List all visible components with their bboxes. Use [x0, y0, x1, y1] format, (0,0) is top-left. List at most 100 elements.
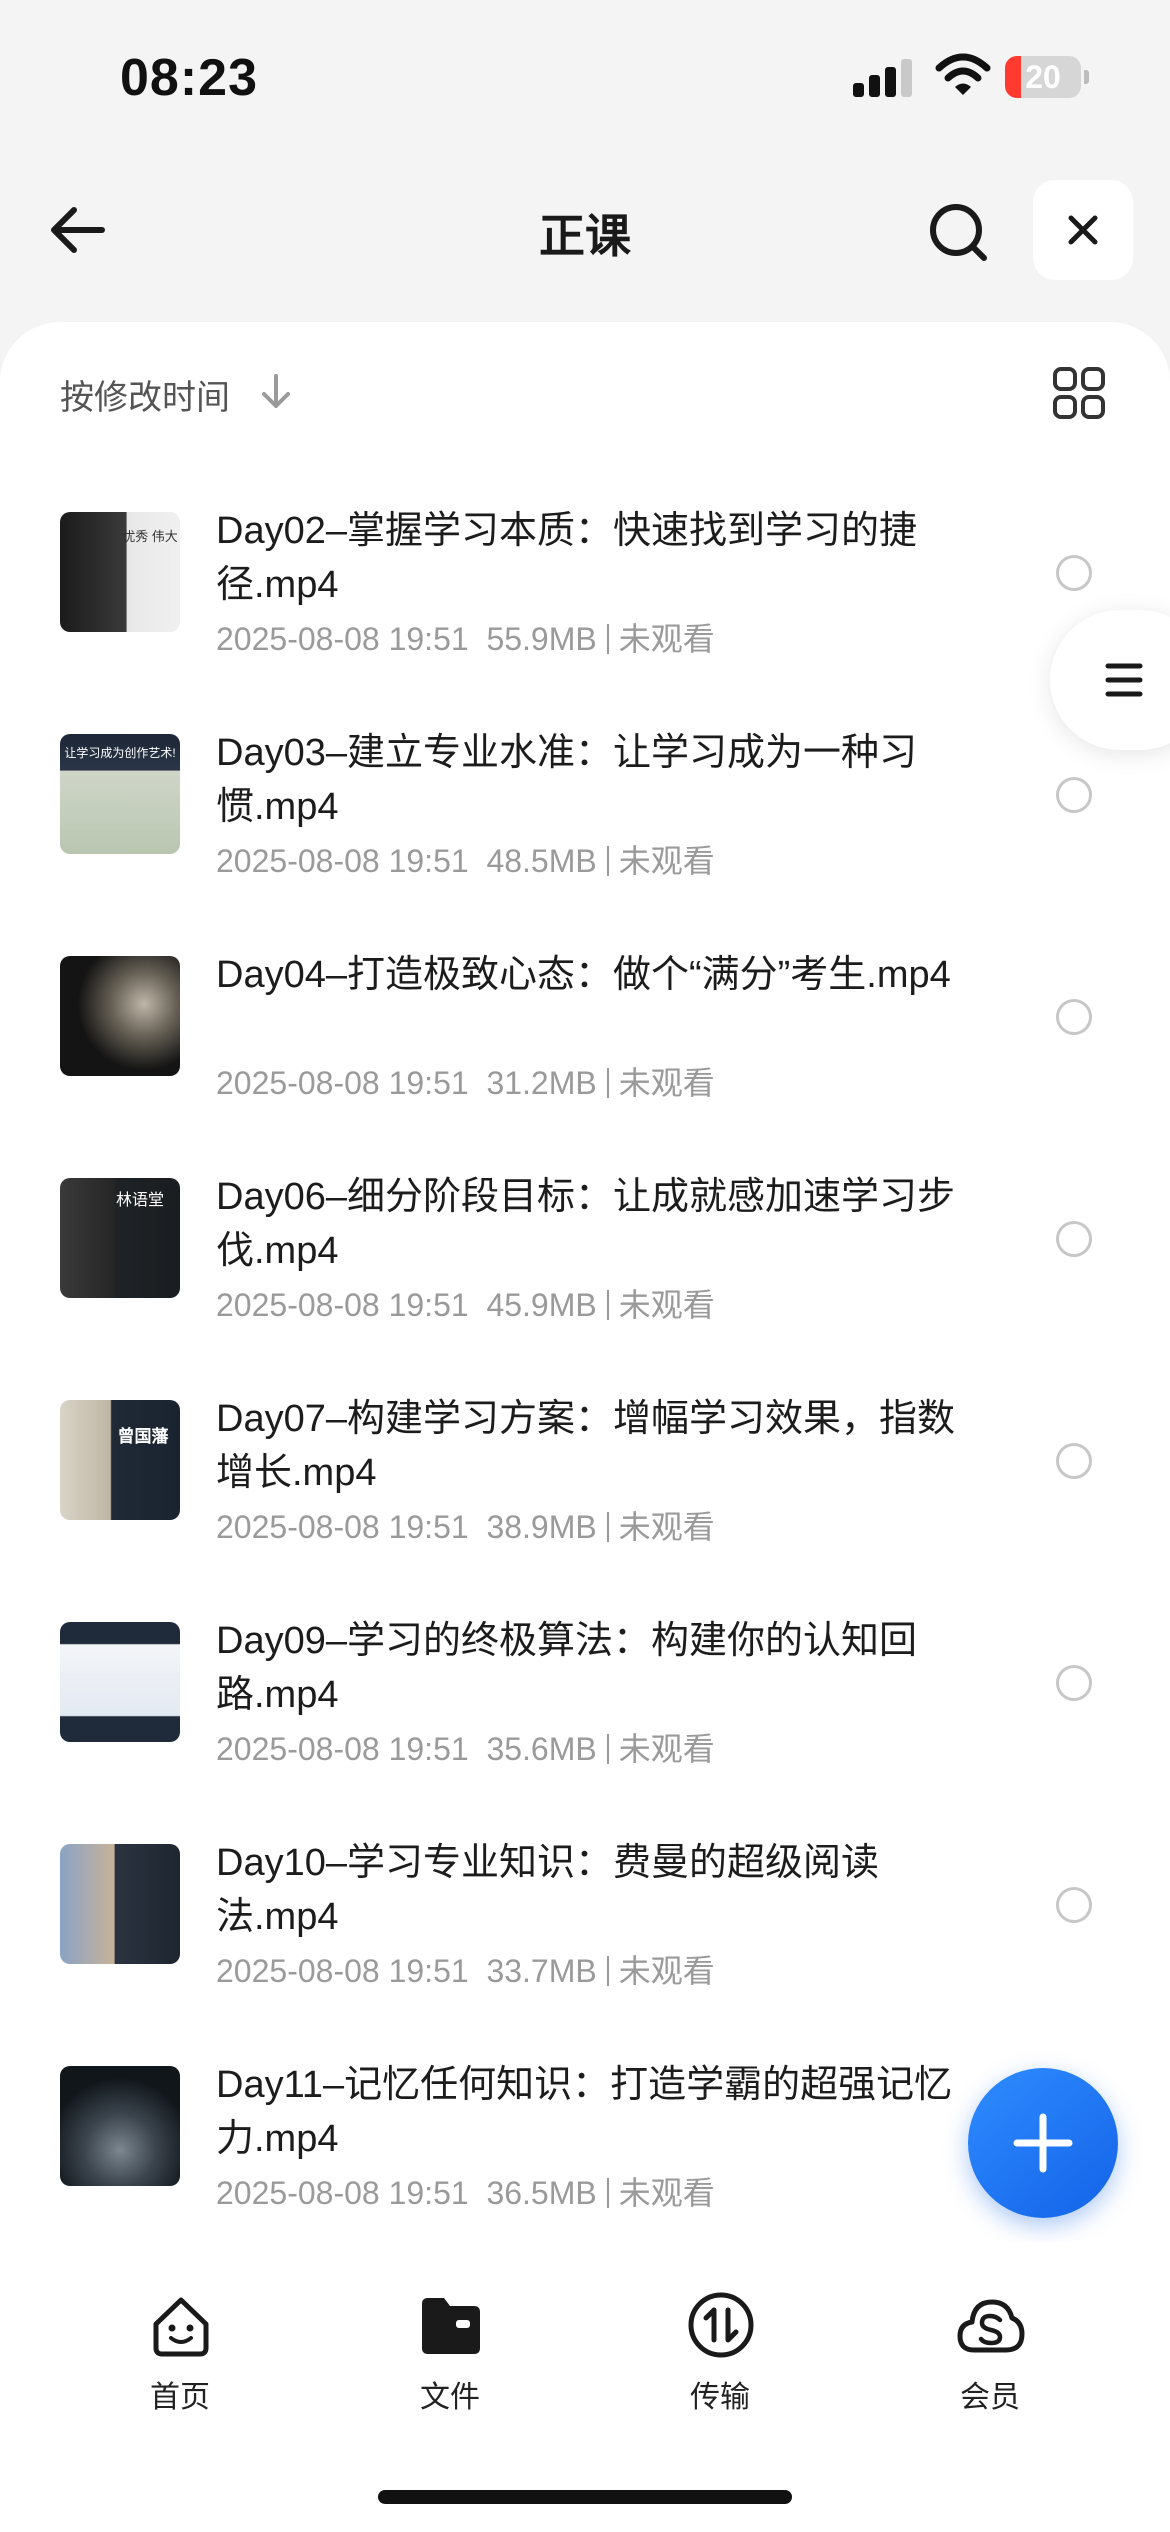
arrow-down-icon[interactable] — [258, 372, 294, 412]
file-row[interactable]: Day04–打造极致心态：做个“满分”考生.mp4 2025-08-08 19:… — [0, 906, 1170, 1128]
add-button[interactable] — [968, 2068, 1118, 2218]
home-indicator — [378, 2490, 792, 2504]
file-meta: 2025-08-08 19:51 33.7MB 未观看 — [216, 1946, 715, 1992]
file-meta: 2025-08-08 19:51 31.2MB 未观看 — [216, 1058, 715, 1104]
grid-view-icon[interactable] — [1052, 366, 1106, 420]
watch-status: 未观看 — [618, 843, 715, 879]
file-name: Day09–学习的终极算法：构建你的认知回路.mp4 — [216, 1620, 917, 1716]
file-row[interactable]: 林语堂 Day06–细分阶段目标：让成就感加速学习步伐.mp4 2025-08-… — [0, 1128, 1170, 1350]
file-meta: 2025-08-08 19:51 45.9MB 未观看 — [216, 1280, 715, 1326]
file-meta: 2025-08-08 19:51 48.5MB 未观看 — [216, 836, 715, 882]
file-list-panel: 按修改时间 优秀 伟大 Day02–掌握学习本质：快速找到学习的捷径.mp4 2… — [0, 322, 1170, 2242]
sort-bar: 按修改时间 — [0, 322, 1170, 462]
tab-membership[interactable]: 会员 — [890, 2290, 1090, 2420]
tab-label: 首页 — [150, 2381, 210, 2414]
file-date: 2025-08-08 19:51 — [216, 1509, 469, 1545]
arrow-left-icon — [51, 207, 105, 253]
file-date: 2025-08-08 19:51 — [216, 1731, 469, 1767]
watch-status: 未观看 — [618, 1065, 715, 1101]
video-thumbnail: 曾国藩 — [60, 1400, 180, 1520]
wifi-icon — [935, 53, 991, 95]
file-size: 38.9MB — [486, 1509, 597, 1545]
video-thumbnail: 优秀 伟大 — [60, 512, 180, 632]
file-meta: 2025-08-08 19:51 38.9MB 未观看 — [216, 1502, 715, 1548]
select-radio[interactable] — [1056, 555, 1092, 591]
file-name: Day07–构建学习方案：增幅学习效果，指数增长.mp4 — [216, 1398, 955, 1494]
plus-icon — [1013, 2113, 1073, 2173]
video-thumbnail — [60, 956, 180, 1076]
back-button[interactable] — [40, 190, 120, 270]
file-size: 55.9MB — [486, 621, 597, 657]
watch-status: 未观看 — [618, 1287, 715, 1323]
file-row[interactable]: 让学习成为创作艺术! Day03–建立专业水准：让学习成为一种习惯.mp4 20… — [0, 684, 1170, 906]
status-bar: 08:23 20 — [0, 0, 1170, 150]
cellular-signal-icon — [853, 57, 915, 97]
video-thumbnail: 让学习成为创作艺术! — [60, 734, 180, 854]
file-size: 31.2MB — [486, 1065, 597, 1101]
file-size: 45.9MB — [486, 1287, 597, 1323]
video-thumbnail — [60, 1844, 180, 1964]
tab-home[interactable]: 首页 — [80, 2290, 280, 2420]
file-size: 48.5MB — [486, 843, 597, 879]
file-date: 2025-08-08 19:51 — [216, 1953, 469, 1989]
file-meta: 2025-08-08 19:51 55.9MB 未观看 — [216, 614, 715, 660]
search-icon — [930, 204, 987, 261]
file-date: 2025-08-08 19:51 — [216, 1287, 469, 1323]
file-name: Day03–建立专业水准：让学习成为一种习惯.mp4 — [216, 732, 917, 828]
app-screen: 08:23 20 正课 按修改时间 优秀 伟大 Day02–掌握学习本质：快速找… — [0, 0, 1170, 2532]
file-row[interactable]: 曾国藩 Day07–构建学习方案：增幅学习效果，指数增长.mp4 2025-08… — [0, 1350, 1170, 1572]
file-row[interactable]: 优秀 伟大 Day02–掌握学习本质：快速找到学习的捷径.mp4 2025-08… — [0, 462, 1170, 684]
file-date: 2025-08-08 19:51 — [216, 843, 469, 879]
file-meta: 2025-08-08 19:51 35.6MB 未观看 — [216, 1724, 715, 1770]
close-icon — [1068, 215, 1098, 245]
select-radio[interactable] — [1056, 777, 1092, 813]
search-button[interactable] — [920, 192, 1000, 272]
watch-status: 未观看 — [618, 1953, 715, 1989]
file-size: 36.5MB — [486, 2175, 597, 2211]
file-size: 33.7MB — [486, 1953, 597, 1989]
file-row[interactable]: Day10–学习专业知识：费曼的超级阅读法.mp4 2025-08-08 19:… — [0, 1794, 1170, 2016]
select-radio[interactable] — [1056, 1221, 1092, 1257]
select-radio[interactable] — [1056, 1443, 1092, 1479]
file-name: Day10–学习专业知识：费曼的超级阅读法.mp4 — [216, 1842, 879, 1938]
page-title: 正课 — [539, 210, 631, 262]
tab-label: 传输 — [690, 2381, 750, 2414]
video-thumbnail — [60, 2066, 180, 2186]
select-radio[interactable] — [1056, 1887, 1092, 1923]
tab-files[interactable]: 文件 — [350, 2290, 550, 2420]
cloud-s-icon — [957, 2299, 1025, 2353]
smile-face-icon — [153, 2297, 209, 2357]
tab-transfer[interactable]: 传输 — [620, 2290, 820, 2420]
folder-icon — [422, 2298, 480, 2354]
video-thumbnail: 林语堂 — [60, 1178, 180, 1298]
tab-label: 文件 — [420, 2381, 480, 2414]
video-thumbnail — [60, 1622, 180, 1742]
status-time: 08:23 — [120, 49, 258, 107]
file-row[interactable]: Day09–学习的终极算法：构建你的认知回路.mp4 2025-08-08 19… — [0, 1572, 1170, 1794]
file-meta: 2025-08-08 19:51 36.5MB 未观看 — [216, 2168, 715, 2214]
nav-header: 正课 — [0, 170, 1170, 290]
watch-status: 未观看 — [618, 621, 715, 657]
file-size: 35.6MB — [486, 1731, 597, 1767]
file-date: 2025-08-08 19:51 — [216, 2175, 469, 2211]
bottom-tab-bar: 首页 文件 传输 会员 — [0, 2242, 1170, 2532]
file-name: Day04–打造极致心态：做个“满分”考生.mp4 — [216, 954, 951, 996]
file-list: 优秀 伟大 Day02–掌握学习本质：快速找到学习的捷径.mp4 2025-08… — [0, 462, 1170, 2238]
close-button[interactable] — [1033, 180, 1133, 280]
transfer-icon — [688, 2292, 754, 2358]
file-name: Day11–记忆任何知识：打造学霸的超强记忆力.mp4 — [216, 2064, 953, 2160]
file-date: 2025-08-08 19:51 — [216, 1065, 469, 1101]
watch-status: 未观看 — [618, 2175, 715, 2211]
select-radio[interactable] — [1056, 1665, 1092, 1701]
watch-status: 未观看 — [618, 1509, 715, 1545]
sort-button[interactable]: 按修改时间 — [60, 370, 230, 419]
file-name: Day06–细分阶段目标：让成就感加速学习步伐.mp4 — [216, 1176, 955, 1272]
select-radio[interactable] — [1056, 999, 1092, 1035]
file-name: Day02–掌握学习本质：快速找到学习的捷径.mp4 — [216, 510, 917, 606]
file-date: 2025-08-08 19:51 — [216, 621, 469, 657]
menu-lines-icon — [1105, 663, 1143, 697]
battery-icon: 20 — [1005, 56, 1089, 98]
watch-status: 未观看 — [618, 1731, 715, 1767]
battery-level: 20 — [1025, 59, 1061, 95]
tab-label: 会员 — [960, 2381, 1020, 2414]
